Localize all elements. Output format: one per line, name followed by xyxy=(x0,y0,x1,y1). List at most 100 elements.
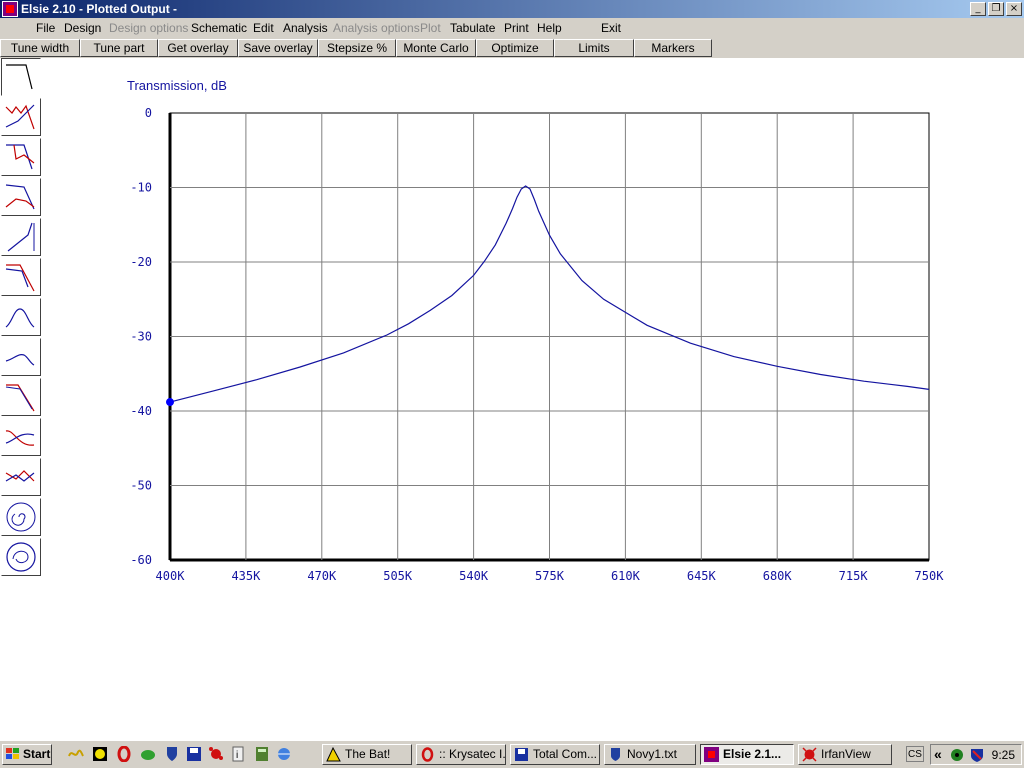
menu-file[interactable]: File xyxy=(36,21,55,35)
bat-icon xyxy=(326,747,341,762)
ripple-response-icon xyxy=(5,104,35,130)
plot-bandpass-hump-button[interactable] xyxy=(1,298,41,336)
y-tick-label: 0 xyxy=(145,106,152,120)
plot-gentle-response-button[interactable] xyxy=(1,338,41,376)
x-tick-label: 575K xyxy=(535,569,565,583)
x-tick-label: 435K xyxy=(231,569,261,583)
task-elsie[interactable]: Elsie 2.1... xyxy=(700,744,794,765)
smith-spiral-icon xyxy=(6,502,36,532)
plot-smith-chart-button[interactable] xyxy=(1,538,41,576)
tray-shield-icon[interactable] xyxy=(969,747,985,763)
elsie-icon xyxy=(704,747,719,762)
plot-steep-lowpass-button[interactable] xyxy=(1,258,41,296)
info-icon[interactable]: i xyxy=(230,746,246,762)
x-tick-label: 680K xyxy=(763,569,793,583)
rolloff-icon xyxy=(5,384,35,412)
return-loss-icon xyxy=(5,184,35,210)
restore-button[interactable]: ❐ xyxy=(988,2,1004,16)
tray-flower-icon[interactable] xyxy=(949,747,965,763)
plot-bandpass-ripple-button[interactable] xyxy=(1,98,41,136)
monte-carlo-button[interactable]: Monte Carlo xyxy=(396,39,476,57)
splat-icon[interactable] xyxy=(208,746,224,762)
irfanview-icon xyxy=(802,747,817,762)
menu-plot[interactable]: Plot xyxy=(420,21,441,35)
notepad-icon xyxy=(611,748,620,761)
y-tick-label: -40 xyxy=(130,404,152,418)
window-controls: _ ❐ × xyxy=(968,2,1022,16)
tune-part-button[interactable]: Tune part xyxy=(80,39,158,57)
plot-dual-curves-button[interactable] xyxy=(1,418,41,456)
menu-schematic[interactable]: Schematic xyxy=(191,21,247,35)
task-label: :: Krysatec I... xyxy=(439,747,506,761)
winamp-icon[interactable] xyxy=(68,746,84,762)
plot-rolloff-button[interactable] xyxy=(1,378,41,416)
menu-print[interactable]: Print xyxy=(504,21,529,35)
optimize-button[interactable]: Optimize xyxy=(476,39,554,57)
x-tick-label: 610K xyxy=(611,569,641,583)
menu-analysis-options[interactable]: Analysis options xyxy=(333,21,420,35)
menu-analysis[interactable]: Analysis xyxy=(283,21,328,35)
task-novy1-txt[interactable]: Novy1.txt xyxy=(604,744,696,765)
menu-design[interactable]: Design xyxy=(64,21,101,35)
clock: 9:25 xyxy=(991,748,1015,762)
minimize-button[interactable]: _ xyxy=(970,2,986,16)
plot-lowpass-delay-button[interactable] xyxy=(1,138,41,176)
y-tick-label: -60 xyxy=(130,553,152,567)
tray-expand-icon[interactable]: « xyxy=(934,746,942,762)
close-button[interactable]: × xyxy=(1006,2,1022,16)
floppy-icon[interactable] xyxy=(186,746,202,762)
browser-icon[interactable] xyxy=(276,746,292,762)
chart-grid xyxy=(168,112,930,562)
limits-button[interactable]: Limits xyxy=(554,39,634,57)
task-total-commander[interactable]: Total Com... xyxy=(510,744,600,765)
x-tick-label: 750K xyxy=(915,569,945,583)
svg-text:i: i xyxy=(236,750,238,761)
tune-width-button[interactable]: Tune width xyxy=(0,39,80,57)
markers-button[interactable]: Markers xyxy=(634,39,712,57)
menu-help[interactable]: Help xyxy=(537,21,562,35)
y-tick-label: -20 xyxy=(130,255,152,269)
menu-design-options[interactable]: Design options xyxy=(109,21,188,35)
toolbar: Tune width Tune part Get overlay Save ov… xyxy=(0,38,1024,58)
elsie-app-icon[interactable] xyxy=(2,1,18,17)
plot-crossing-curves-button[interactable] xyxy=(1,458,41,496)
opera-icon[interactable] xyxy=(116,746,132,762)
x-tick-label: 645K xyxy=(687,569,717,583)
save-overlay-button[interactable]: Save overlay xyxy=(238,39,318,57)
plot-return-loss-button[interactable] xyxy=(1,178,41,216)
delay-response-icon xyxy=(6,144,35,170)
x-tick-label: 400K xyxy=(156,569,186,583)
title-bar: Elsie 2.10 - Plotted Output - _ ❐ × xyxy=(0,0,1024,18)
start-button[interactable]: Start xyxy=(2,744,52,765)
lowpass-response-icon xyxy=(6,64,33,90)
frog-icon[interactable] xyxy=(140,746,156,762)
crossing-curves-icon xyxy=(5,470,35,482)
task-the-bat[interactable]: The Bat! xyxy=(322,744,412,765)
x-tick-label: 505K xyxy=(383,569,413,583)
x-tick-label: 470K xyxy=(307,569,337,583)
task-label: Total Com... xyxy=(533,747,598,761)
gentle-response-icon xyxy=(5,354,35,366)
curve-marker xyxy=(166,398,174,407)
plot-smith-spiral-button[interactable] xyxy=(1,498,41,536)
task-label: The Bat! xyxy=(345,747,391,761)
stepsize-button[interactable]: Stepsize % xyxy=(318,39,396,57)
calc-icon[interactable] xyxy=(254,746,270,762)
get-overlay-button[interactable]: Get overlay xyxy=(158,39,238,57)
y-tick-label: -10 xyxy=(130,181,152,195)
plot-lowpass-response-button[interactable] xyxy=(1,58,41,96)
smiley-icon[interactable] xyxy=(92,746,108,762)
opera-task-icon xyxy=(421,747,434,762)
menu-edit[interactable]: Edit xyxy=(253,21,274,35)
highpass-response-icon xyxy=(7,222,35,252)
shield-icon[interactable] xyxy=(164,746,180,762)
menu-exit[interactable]: Exit xyxy=(601,21,621,35)
plot-highpass-response-button[interactable] xyxy=(1,218,41,256)
floppy-task-icon xyxy=(515,748,528,761)
task-irfanview[interactable]: IrfanView xyxy=(798,744,892,765)
menu-tabulate[interactable]: Tabulate xyxy=(450,21,495,35)
windows-logo-icon xyxy=(6,748,19,759)
language-indicator[interactable]: CS xyxy=(906,746,924,762)
taskbar: Start i The Bat! :: Krysatec I... Total … xyxy=(0,740,1024,768)
task-krysatec[interactable]: :: Krysatec I... xyxy=(416,744,506,765)
